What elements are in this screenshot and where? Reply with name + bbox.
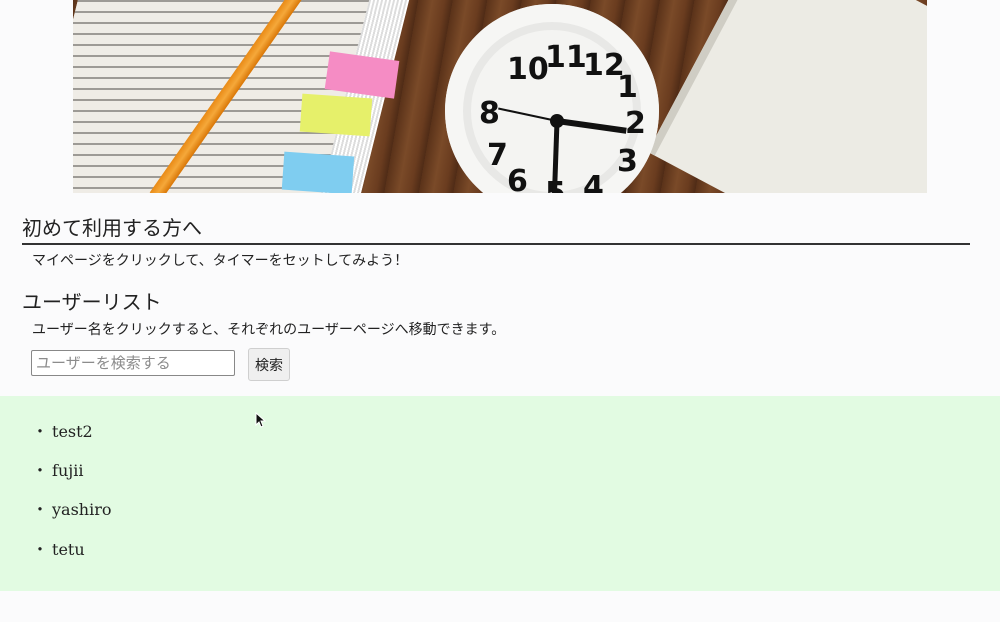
user-name-link[interactable]: test2	[52, 422, 93, 441]
intro-text: マイページをクリックして、タイマーをセットしてみよう！	[32, 253, 409, 269]
mouse-cursor-icon	[255, 412, 267, 428]
user-list-item[interactable]: ・ tetu	[32, 536, 85, 560]
clock-number: 3	[617, 144, 638, 179]
user-search-input[interactable]	[31, 350, 235, 376]
sticky-tab-yellow	[299, 93, 373, 137]
clock-number: 4	[583, 170, 604, 193]
bullet: ・	[32, 500, 49, 519]
user-name-link[interactable]: fujii	[52, 461, 83, 480]
sticky-tab-blue	[281, 151, 355, 193]
clock-number: 11	[545, 40, 587, 75]
clock-number: 8	[479, 96, 500, 131]
clock-number: 7	[487, 138, 508, 173]
user-list-item[interactable]: ・ yashiro	[32, 496, 112, 520]
user-name-link[interactable]: tetu	[52, 540, 85, 559]
user-list: ・ test2 ・ fujii ・ yashiro ・ tetu	[0, 396, 1000, 591]
user-name-link[interactable]: yashiro	[52, 500, 112, 519]
intro-heading: 初めて利用する方へ	[22, 212, 970, 245]
user-list-description: ユーザー名をクリックすると、それぞれのユーザーページへ移動できます。	[32, 322, 506, 338]
bullet: ・	[32, 461, 49, 480]
search-button[interactable]: 検索	[248, 348, 290, 381]
clock-hub	[550, 114, 564, 128]
clock-number: 2	[625, 106, 646, 141]
hero-image: 10 11 12 1 2 3 4 5 6 7 8	[73, 0, 927, 193]
clock-number: 6	[507, 164, 528, 193]
bullet: ・	[32, 422, 49, 441]
clock-number: 10	[507, 52, 549, 87]
clock-number: 1	[617, 70, 638, 105]
user-list-item[interactable]: ・ fujii	[32, 457, 83, 481]
user-list-item[interactable]: ・ test2	[32, 418, 93, 442]
user-list-heading: ユーザーリスト	[22, 290, 162, 314]
bullet: ・	[32, 540, 49, 559]
